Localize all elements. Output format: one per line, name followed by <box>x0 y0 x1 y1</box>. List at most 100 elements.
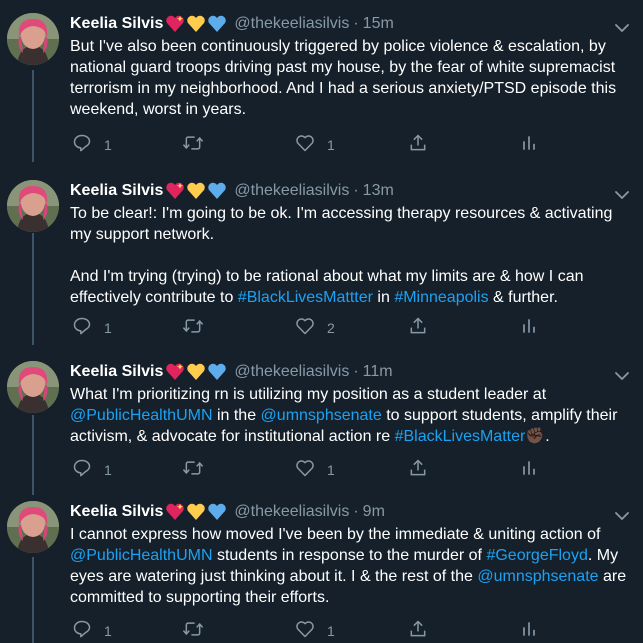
heart-sparkle-icon <box>166 182 185 199</box>
author-name[interactable]: Keelia Silvis <box>70 182 163 200</box>
like-icon <box>295 619 315 642</box>
tweet-text: . <box>545 428 550 445</box>
blue-heart-icon <box>208 15 227 33</box>
avatar[interactable] <box>7 13 59 65</box>
like-icon <box>295 458 315 481</box>
thread-connector <box>32 233 34 345</box>
reply-button[interactable]: 1 <box>72 316 112 339</box>
avatar[interactable] <box>7 501 59 553</box>
author-handle[interactable]: @thekeeliasilvis <box>234 15 349 33</box>
tweet-actions: 1 1 <box>70 619 550 639</box>
tweet-body: But I've also been continuously triggere… <box>70 36 635 120</box>
separator-dot: · <box>353 182 359 199</box>
author-handle[interactable]: @thekeeliasilvis <box>234 503 349 521</box>
tweet-body: I cannot express how moved I've been by … <box>70 524 635 608</box>
retweet-button[interactable] <box>182 316 216 339</box>
yellow-heart-icon <box>187 363 206 380</box>
tweet-link[interactable]: #Minneapolis <box>394 289 488 306</box>
author-name[interactable]: Keelia Silvis <box>70 363 163 381</box>
reply-button[interactable]: 1 <box>72 133 112 156</box>
tweet-paragraph: And I'm trying (trying) to be rational a… <box>70 266 635 308</box>
timestamp[interactable]: 13m <box>363 182 394 200</box>
blue-heart-icon <box>208 503 227 520</box>
reply-count: 1 <box>104 319 112 336</box>
yellow-heart-icon <box>187 15 206 33</box>
reply-icon <box>72 619 92 642</box>
yellow-heart-icon <box>187 503 206 520</box>
like-icon <box>295 316 315 339</box>
tweet-body: What I'm prioritizing rn is utilizing my… <box>70 384 635 447</box>
tweet-actions: 1 1 <box>70 133 550 153</box>
tweet-header: Keelia Silvis @thekeeliasilvis · 13m <box>70 180 394 202</box>
thread-connector <box>32 70 34 162</box>
tweet-link[interactable]: #GeorgeFloyd <box>486 547 587 564</box>
heart-sparkle-icon <box>166 503 185 520</box>
heart-sparkle-icon <box>166 15 185 33</box>
author-handle[interactable]: @thekeeliasilvis <box>234 363 349 381</box>
timestamp[interactable]: 9m <box>363 503 385 521</box>
name-emoji <box>165 15 228 33</box>
reply-count: 1 <box>104 136 112 153</box>
reply-count: 1 <box>104 622 112 639</box>
tweet-paragraph: What I'm prioritizing rn is utilizing my… <box>70 384 635 447</box>
analytics-icon <box>519 458 539 481</box>
tweet-link[interactable]: @PublicHealthUMN <box>70 547 213 564</box>
tweet-text: But I've also been continuously triggere… <box>70 38 617 118</box>
retweet-button[interactable] <box>182 458 216 481</box>
share-button[interactable] <box>408 316 428 339</box>
timestamp[interactable]: 15m <box>363 15 394 33</box>
tweet-header: Keelia Silvis @thekeeliasilvis · 9m <box>70 501 385 523</box>
analytics-button[interactable] <box>519 619 539 642</box>
name-emoji <box>165 503 228 521</box>
like-button[interactable]: 1 <box>295 133 335 156</box>
retweet-button[interactable] <box>182 133 216 156</box>
retweet-button[interactable] <box>182 619 216 642</box>
tweet-text: What I'm prioritizing rn is utilizing my… <box>70 386 547 403</box>
tweet-link[interactable]: #BlackLivesMatter <box>395 428 526 445</box>
author-name[interactable]: Keelia Silvis <box>70 15 163 33</box>
tweet-text: students in response to the murder of <box>212 547 487 564</box>
analytics-button[interactable] <box>519 316 539 339</box>
share-icon <box>408 316 428 339</box>
blue-heart-icon <box>208 363 227 380</box>
tweet-link[interactable]: @PublicHealthUMN <box>70 407 213 424</box>
name-emoji <box>165 182 228 200</box>
analytics-button[interactable] <box>519 458 539 481</box>
thread-connector <box>32 415 34 495</box>
tweet-link[interactable]: @umnsphsenate <box>477 568 598 585</box>
author-name[interactable]: Keelia Silvis <box>70 503 163 521</box>
share-icon <box>408 619 428 642</box>
yellow-heart-icon <box>187 182 206 199</box>
tweet-link[interactable]: #BlackLivesMattter <box>238 289 373 306</box>
author-handle[interactable]: @thekeeliasilvis <box>234 182 349 200</box>
like-button[interactable]: 1 <box>295 458 335 481</box>
avatar[interactable] <box>7 361 59 413</box>
tweet-paragraph: But I've also been continuously triggere… <box>70 36 635 120</box>
like-button[interactable]: 1 <box>295 619 335 642</box>
heart-sparkle-icon <box>166 363 185 380</box>
tweet-paragraph: To be clear!: I'm going to be ok. I'm ac… <box>70 203 635 245</box>
reply-button[interactable]: 1 <box>72 458 112 481</box>
name-emoji <box>165 363 228 381</box>
blue-heart-icon <box>208 182 227 199</box>
tweet-text: in the <box>212 407 261 424</box>
tweet-text: I cannot express how moved I've been by … <box>70 526 601 543</box>
share-button[interactable] <box>408 619 428 642</box>
like-count: 1 <box>327 461 335 478</box>
timestamp[interactable]: 11m <box>363 363 393 381</box>
retweet-icon <box>182 458 204 481</box>
analytics-icon <box>519 619 539 642</box>
like-count: 1 <box>327 622 335 639</box>
share-button[interactable] <box>408 133 428 156</box>
avatar[interactable] <box>7 180 59 232</box>
like-button[interactable]: 2 <box>295 316 335 339</box>
tweet-text: in <box>372 289 395 306</box>
tweet-text: To be clear!: I'm going to be ok. I'm ac… <box>70 205 613 243</box>
reply-button[interactable]: 1 <box>72 619 112 642</box>
tweet-paragraph: I cannot express how moved I've been by … <box>70 524 635 608</box>
share-button[interactable] <box>408 458 428 481</box>
tweet-link[interactable]: @umnsphsenate <box>261 407 382 424</box>
analytics-button[interactable] <box>519 133 539 156</box>
retweet-icon <box>182 619 204 642</box>
separator-dot: · <box>353 503 359 520</box>
